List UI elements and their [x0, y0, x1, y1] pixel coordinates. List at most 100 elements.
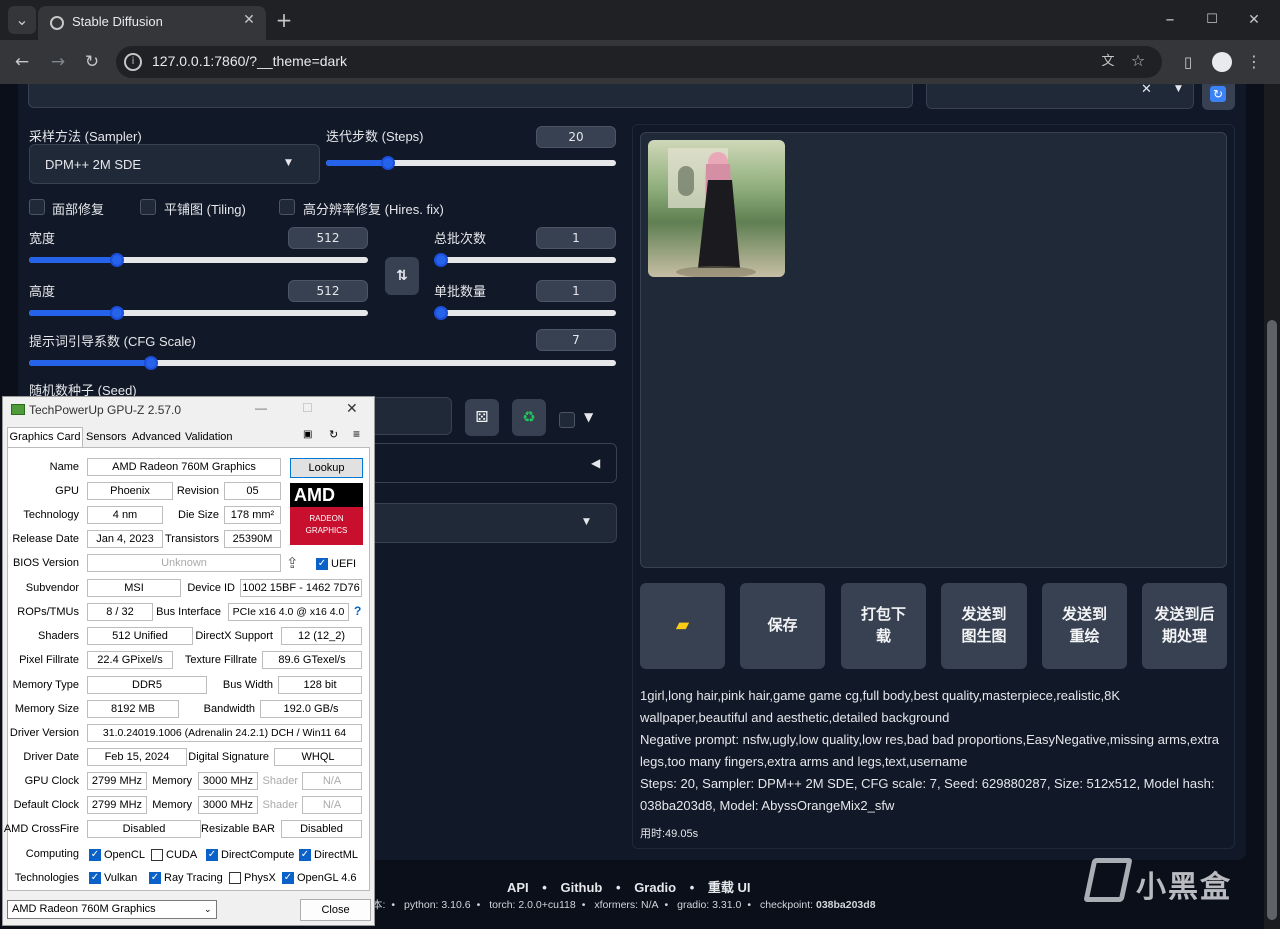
url-field[interactable]: i 127.0.0.1:7860/?__theme=dark 文 ☆ [116, 46, 1162, 78]
maximize-icon[interactable]: ☐ [1198, 6, 1226, 34]
gpuz-value-default-shader: N/A [302, 796, 362, 814]
slider-thumb[interactable] [110, 306, 124, 320]
gpuz-refresh-icon[interactable]: ↻ [329, 428, 338, 441]
url-text: 127.0.0.1:7860/?__theme=dark [152, 53, 347, 69]
width-number-input[interactable]: 512 [288, 227, 368, 249]
send-to-inpaint-button[interactable]: 发送到重绘 [1042, 583, 1127, 669]
batch-count-number-input[interactable]: 1 [536, 227, 616, 249]
gpuz-tab-graphics-card[interactable]: Graphics Card [7, 427, 83, 447]
seed-input[interactable] [370, 397, 452, 435]
script-accordion[interactable]: ◀ [370, 443, 617, 483]
slider-thumb[interactable] [144, 356, 158, 370]
amd-radeon-logo: AMD RADEON GRAPHICS [290, 483, 363, 545]
forward-icon[interactable]: → [44, 48, 72, 76]
styles-chevron-icon[interactable]: ▼ [1175, 84, 1182, 94]
random-seed-button[interactable]: ⚄ [465, 399, 499, 436]
footer-versions: 本: • python: 3.10.6 • torch: 2.0.0+cu118 • … [372, 899, 876, 911]
hires-fix-checkbox[interactable] [279, 199, 295, 215]
gpuz-title-bar[interactable]: TechPowerUp GPU-Z 2.57.0 — ☐ ✕ [3, 397, 374, 423]
xiaoheihe-watermark: 小黑盒 [1083, 856, 1238, 906]
gpuz-opengl-label: OpenGL 4.6 [297, 872, 357, 884]
browser-menu-icon[interactable]: ⋮ [1240, 48, 1268, 76]
gpuz-value-driver-date: Feb 15, 2024 [87, 748, 187, 766]
save-button[interactable]: 保存 [740, 583, 825, 669]
gpuz-minimize-icon[interactable]: — [255, 401, 267, 415]
slider-thumb[interactable] [434, 306, 448, 320]
gpuz-label-bus-width: Bus Width [222, 679, 273, 691]
close-tab-icon[interactable]: ✕ [238, 9, 260, 31]
minimize-icon[interactable]: – [1156, 6, 1184, 34]
face-restore-checkbox[interactable] [29, 199, 45, 215]
sampler-dropdown[interactable]: DPM++ 2M SDE ▼ [29, 144, 320, 184]
swap-arrows-icon: ⇅ [396, 268, 408, 284]
footer-link-api[interactable]: API [507, 880, 529, 895]
bookmark-star-icon[interactable]: ☆ [1128, 51, 1148, 71]
height-number-input[interactable]: 512 [288, 280, 368, 302]
gpuz-tab-advanced[interactable]: Advanced [132, 431, 181, 443]
width-slider[interactable] [29, 253, 368, 267]
profile-avatar-icon[interactable] [1212, 52, 1232, 72]
refresh-styles-button[interactable]: ↻ [1202, 84, 1235, 110]
open-folder-button[interactable]: ▰ [640, 583, 725, 669]
browser-tab[interactable]: Stable Diffusion ✕ [38, 6, 266, 40]
back-icon[interactable]: ← [8, 48, 36, 76]
window-close-icon[interactable]: ✕ [1240, 6, 1268, 34]
gpuz-value-digital-signature: WHQL [274, 748, 362, 766]
batch-count-label: 总批次数 [434, 231, 487, 246]
footer-link-github[interactable]: Github [560, 880, 602, 895]
clear-styles-icon[interactable]: ✕ [1141, 84, 1152, 97]
reload-icon[interactable]: ↻ [78, 48, 106, 76]
accordion-collapse-icon: ◀ [591, 456, 601, 470]
footer-link-reload-ui[interactable]: 重载 UI [708, 880, 751, 895]
zip-download-button[interactable]: 打包下载 [841, 583, 926, 669]
gpuz-tab-sensors[interactable]: Sensors [86, 431, 126, 443]
extra-seed-checkbox[interactable] [559, 412, 575, 428]
gpuz-close-icon[interactable]: ✕ [346, 400, 358, 417]
footer-link-gradio[interactable]: Gradio [634, 880, 676, 895]
send-to-extras-button[interactable]: 发送到后期处理 [1142, 583, 1227, 669]
gpuz-camera-icon[interactable]: ▣ [303, 429, 312, 440]
gpuz-label-bus: Bus Interface [156, 606, 221, 618]
steps-slider[interactable] [326, 156, 616, 170]
gpuz-tab-validation[interactable]: Validation [185, 431, 233, 443]
gpuz-directcompute-label: DirectCompute [221, 849, 295, 861]
gpuz-lookup-button[interactable]: Lookup [290, 458, 363, 478]
script-dropdown[interactable]: ▼ [370, 503, 617, 543]
gpuz-bus-help-icon[interactable]: ? [354, 604, 361, 618]
batch-count-slider[interactable] [434, 253, 616, 267]
generated-image-thumbnail[interactable] [648, 140, 785, 277]
gpuz-close-button[interactable]: Close [300, 899, 371, 921]
slider-fill [29, 257, 117, 263]
batch-size-number-input[interactable]: 1 [536, 280, 616, 302]
cfg-slider[interactable] [29, 356, 616, 370]
gpuz-label-memory-size: Memory Size [14, 703, 79, 715]
gpuz-device-select[interactable]: AMD Radeon 760M Graphics ⌄ [7, 900, 217, 919]
slider-thumb[interactable] [434, 253, 448, 267]
steps-number-input[interactable]: 20 [536, 126, 616, 148]
site-info-icon[interactable]: i [124, 53, 142, 71]
reuse-seed-button[interactable]: ♻ [512, 399, 546, 436]
recycle-icon: ♻ [522, 408, 536, 426]
height-slider[interactable] [29, 306, 368, 320]
side-panel-icon[interactable]: ▯ [1174, 48, 1202, 76]
translate-icon[interactable]: 文 [1098, 52, 1118, 72]
extra-seed-toggle-icon[interactable]: ▼ [584, 410, 593, 424]
new-tab-icon[interactable]: + [270, 6, 298, 34]
send-to-img2img-button[interactable]: 发送到图生图 [941, 583, 1027, 669]
swap-dimensions-button[interactable]: ⇅ [385, 257, 419, 295]
tiling-checkbox[interactable] [140, 199, 156, 215]
gpuz-menu-icon[interactable]: ≡ [353, 427, 360, 441]
slider-thumb[interactable] [110, 253, 124, 267]
prompt-text: 1girl,long hair,pink hair,game game cg,f… [640, 688, 1121, 725]
gpuz-maximize-icon[interactable]: ☐ [302, 401, 313, 415]
tab-search-chevron-icon[interactable]: ⌄ [8, 6, 36, 34]
gpuz-label-gpu-clock: GPU Clock [24, 775, 79, 787]
batch-size-slider[interactable] [434, 306, 616, 320]
gpuz-share-icon[interactable]: ⇪ [286, 554, 299, 572]
slider-thumb[interactable] [381, 156, 395, 170]
cfg-number-input[interactable]: 7 [536, 329, 616, 351]
styles-dropdown[interactable]: ✕ ▼ [926, 84, 1194, 109]
prompt-textarea[interactable] [28, 84, 913, 108]
page-scrollbar-thumb[interactable] [1267, 320, 1277, 920]
gpuz-value-transistors: 25390M [224, 530, 281, 548]
